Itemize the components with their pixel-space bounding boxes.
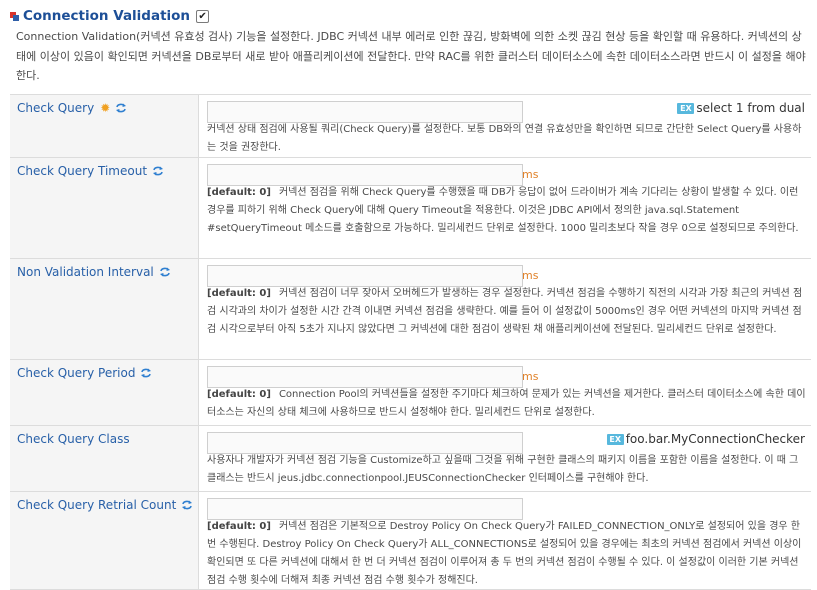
field-label: Check Query Period <box>17 366 136 380</box>
non-validation-interval-input[interactable] <box>207 265 523 287</box>
field-value-cell: [default: 0] 커넥션 점검은 기본적으로 Destroy Policy… <box>206 492 811 589</box>
field-row-check-query-retrial-count: Check Query Retrial Count [default: 0] 커넥… <box>10 491 811 590</box>
field-description: 사용자나 개발자가 커넥션 점검 기능을 Customize하고 싶을때 그것을… <box>207 455 799 484</box>
field-value-cell: EX foo.bar.MyConnectionChecker 사용자나 개발자가 … <box>206 426 811 491</box>
example: EX select 1 from dual <box>677 101 805 115</box>
field-value-cell: ms [default: 0] 커넥션 점검이 너무 잦아서 오버헤드가 발생하는… <box>206 259 811 359</box>
default-value: [default: 0] <box>207 187 271 198</box>
field-label: Check Query Retrial Count <box>17 498 177 512</box>
field-label-cell: Check Query ✹ <box>10 95 199 157</box>
default-value: [default: 0] <box>207 521 271 532</box>
unit-label: ms <box>522 168 539 181</box>
field-label: Check Query Timeout <box>17 164 148 178</box>
refresh-icon[interactable] <box>152 166 164 176</box>
check-query-class-input[interactable] <box>207 432 523 454</box>
check-query-timeout-input[interactable] <box>207 164 523 186</box>
section-description: Connection Validation(커넥션 유효성 검사) 기능을 설정… <box>16 30 806 82</box>
description-text: 커넥션 점검은 기본적으로 Destroy Policy On Check Qu… <box>207 521 802 586</box>
unit-label: ms <box>522 370 539 383</box>
field-label: Check Query <box>17 101 95 115</box>
field-label-cell: Non Validation Interval <box>10 259 199 359</box>
example-text: select 1 from dual <box>696 101 805 115</box>
field-row-check-query-period: Check Query Period ms [default: 0] Connec… <box>10 359 811 425</box>
section-title: Connection Validation <box>23 8 191 24</box>
refresh-icon[interactable] <box>140 368 152 378</box>
check-query-period-input[interactable] <box>207 366 523 388</box>
refresh-icon[interactable] <box>159 267 171 277</box>
section-header: Connection Validation ✔ <box>10 6 210 26</box>
section-bullet-icon <box>10 11 19 21</box>
example: EX foo.bar.MyConnectionChecker <box>606 432 805 446</box>
field-description: 커넥션 상태 점검에 사용될 쿼리(Check Query)를 설정한다. 보통… <box>207 124 802 153</box>
field-value-cell: ms [default: 0] Connection Pool의 커넥션들을 설정… <box>206 360 811 425</box>
unit-label: ms <box>522 269 539 282</box>
field-label: Non Validation Interval <box>17 265 154 279</box>
field-label-cell: Check Query Class <box>10 426 199 491</box>
description-text: Connection Pool의 커넥션들을 설정한 주기마다 체크하여 문제가… <box>207 389 806 418</box>
field-label-cell: Check Query Period <box>10 360 199 425</box>
field-value-cell: EX select 1 from dual 커넥션 상태 점검에 사용될 쿼리(C… <box>206 95 811 157</box>
required-gear-icon: ✹ <box>100 101 111 115</box>
example-text: foo.bar.MyConnectionChecker <box>625 432 805 446</box>
field-row-check-query-timeout: Check Query Timeout ms [default: 0] 커넥션 점… <box>10 157 811 258</box>
description-text: 커넥션 점검을 위해 Check Query를 수행했을 때 DB가 응답이 없… <box>207 187 799 234</box>
section-enable-checkbox[interactable]: ✔ <box>196 9 210 23</box>
refresh-icon[interactable] <box>181 500 193 510</box>
description-text: 커넥션 점검이 너무 잦아서 오버헤드가 발생하는 경우 설정한다. 커넥션 점… <box>207 288 803 335</box>
field-label-cell: Check Query Timeout <box>10 158 199 258</box>
field-label-cell: Check Query Retrial Count <box>10 492 199 589</box>
default-value: [default: 0] <box>207 389 271 400</box>
field-description: [default: 0] 커넥션 점검을 위해 Check Query를 수행했을… <box>207 184 807 238</box>
field-row-check-query-class: Check Query Class EX foo.bar.MyConnection… <box>10 425 811 491</box>
example-badge-icon: EX <box>677 102 695 114</box>
field-description: [default: 0] Connection Pool의 커넥션들을 설정한 주… <box>207 386 807 422</box>
default-value: [default: 0] <box>207 288 271 299</box>
refresh-icon[interactable] <box>115 103 127 113</box>
example-badge-icon: EX <box>606 433 624 445</box>
field-description: [default: 0] 커넥션 점검이 너무 잦아서 오버헤드가 발생하는 경우… <box>207 285 807 339</box>
field-description: [default: 0] 커넥션 점검은 기본적으로 Destroy Policy… <box>207 518 807 590</box>
field-row-non-validation-interval: Non Validation Interval ms [default: 0] 커… <box>10 258 811 359</box>
field-value-cell: ms [default: 0] 커넥션 점검을 위해 Check Query를 수… <box>206 158 811 258</box>
field-label: Check Query Class <box>17 432 130 446</box>
field-row-check-query: Check Query ✹ EX select 1 from dual 커넥션 상… <box>10 94 811 157</box>
check-query-retrial-count-input[interactable] <box>207 498 523 520</box>
check-query-input[interactable] <box>207 101 523 123</box>
